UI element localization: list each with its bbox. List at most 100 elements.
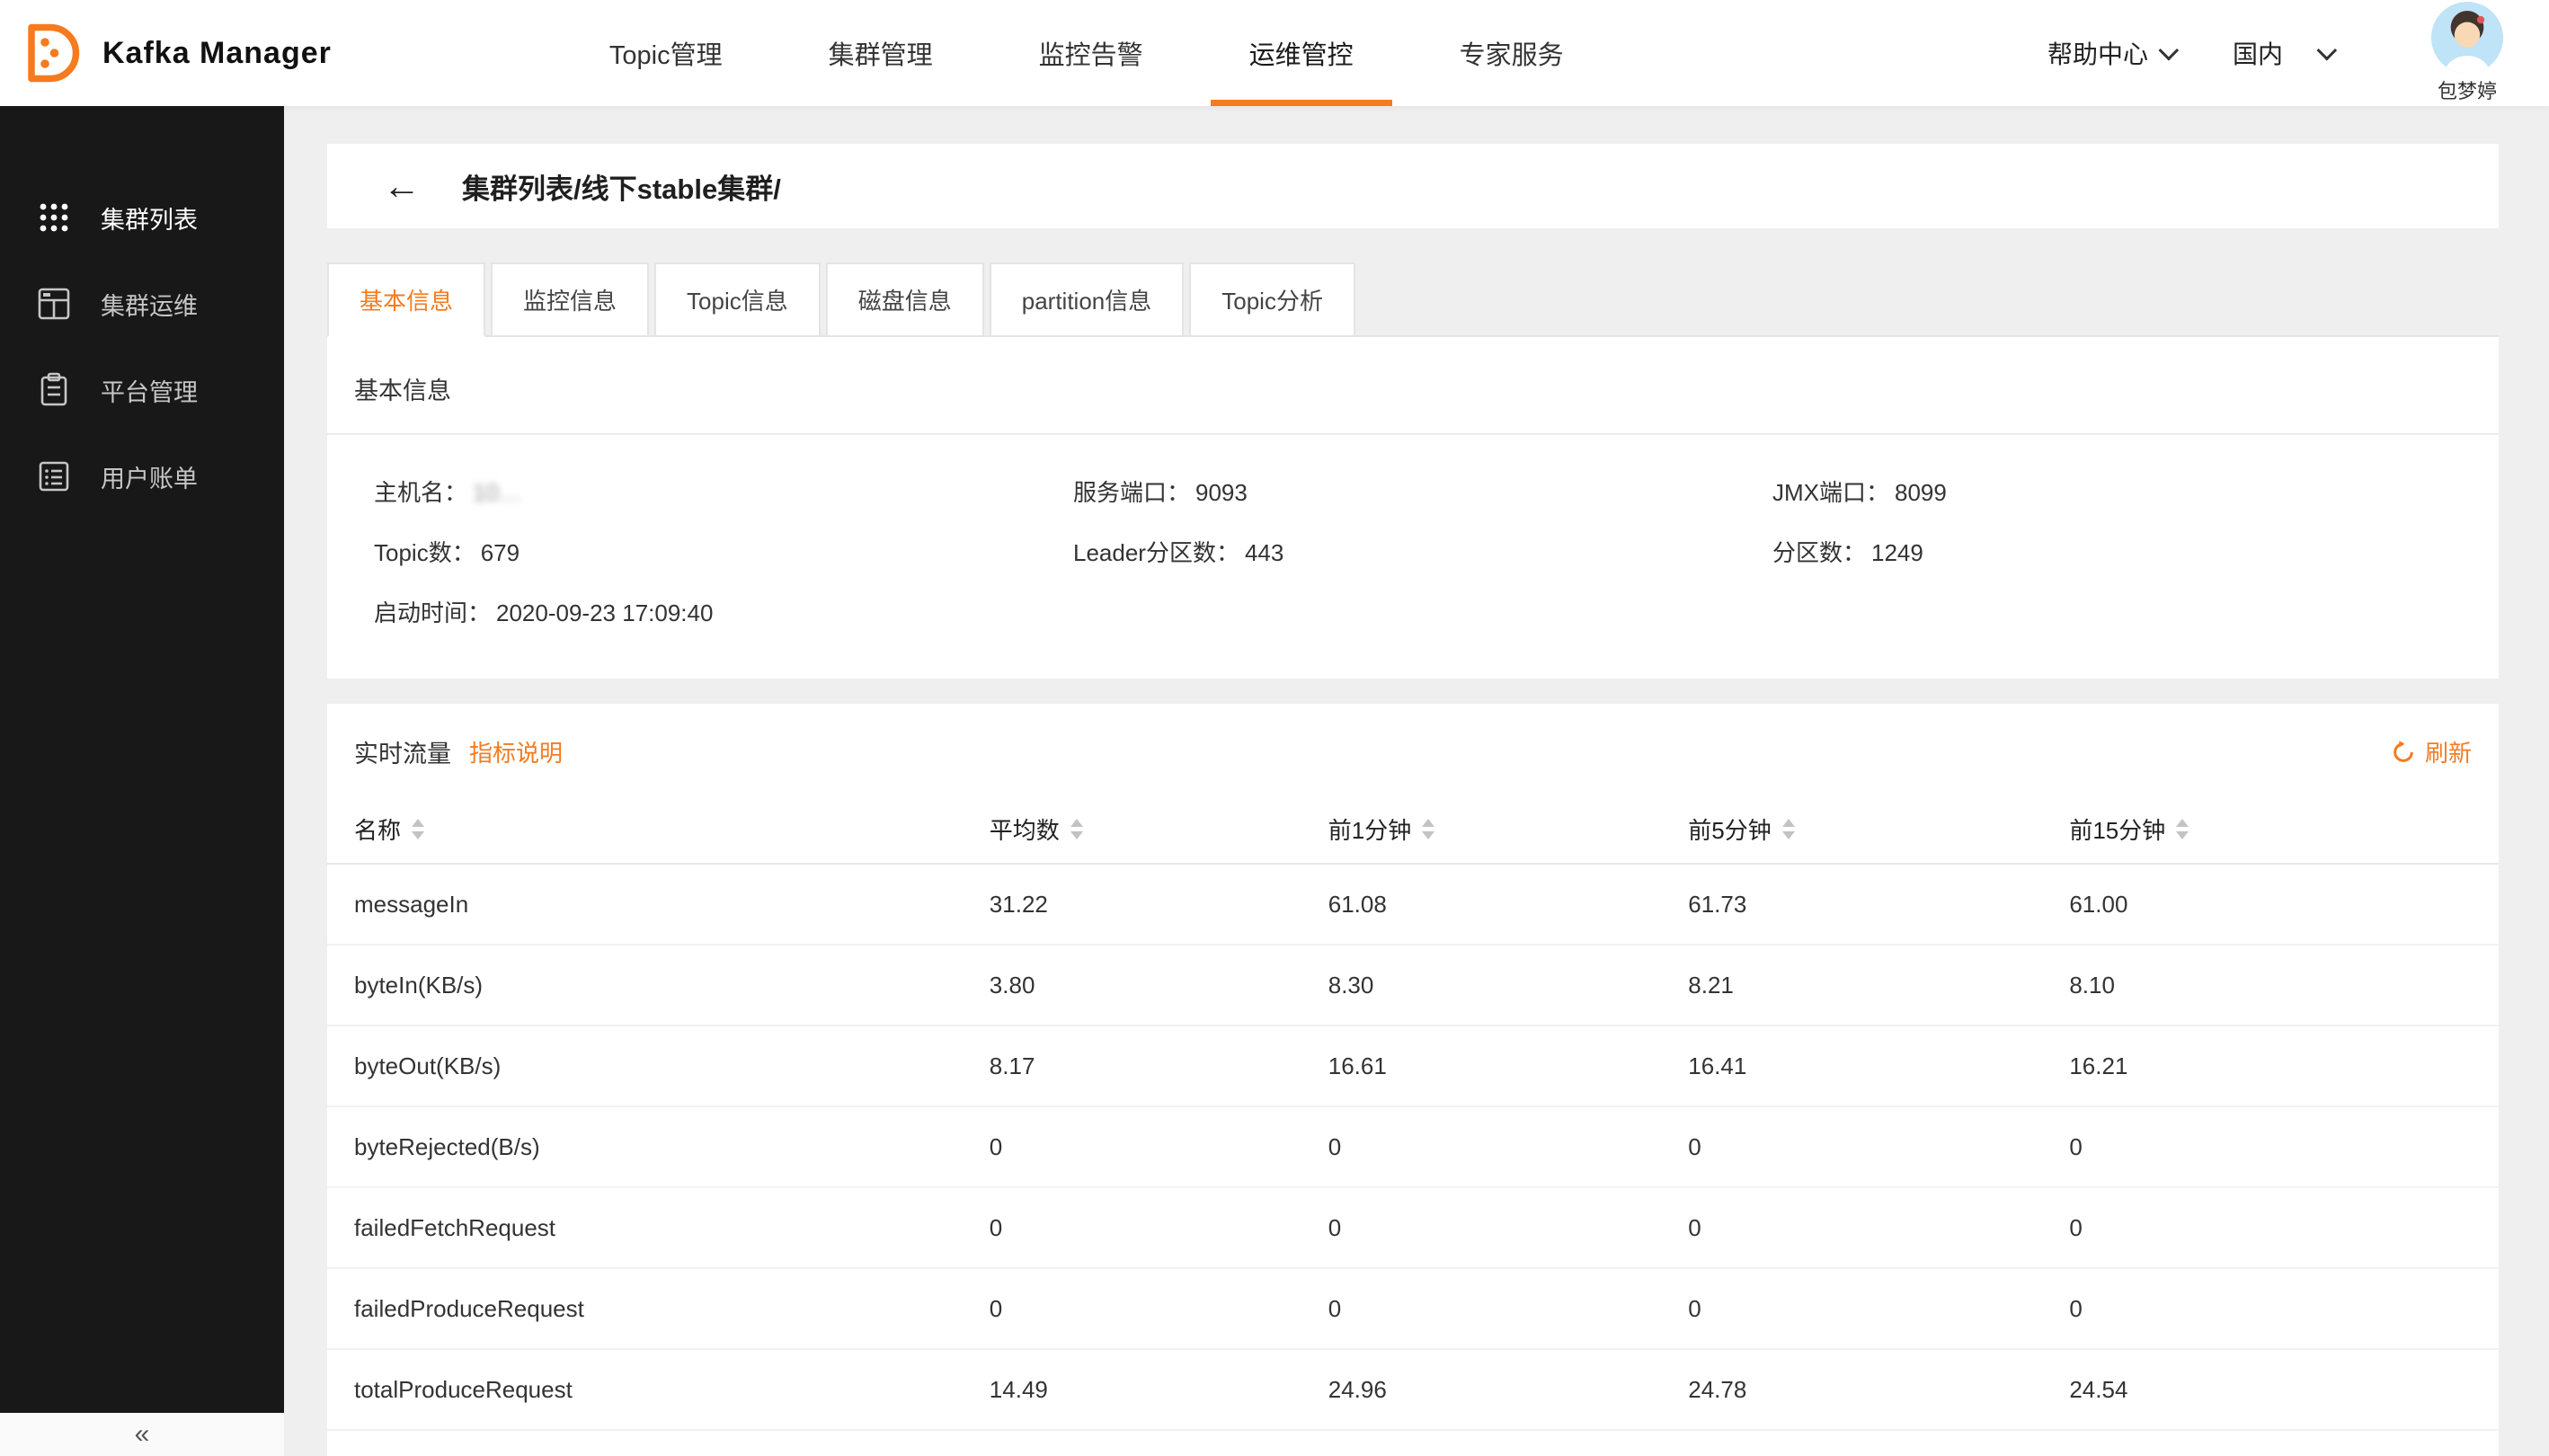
sidebar-item-label: 用户账单 [101,459,198,494]
metric-avg: 8.17 [990,1052,1328,1080]
tab-topic-analysis[interactable]: Topic分析 [1189,262,1355,337]
field-label: Leader分区数： [1073,535,1239,568]
top-header: Kafka Manager Topic管理 集群管理 监控告警 运维管控 专家服… [0,0,2549,106]
tab-partition-info[interactable]: partition信息 [990,262,1185,337]
metric-5min: 8.21 [1688,972,2069,999]
metric-avg: 31.22 [990,891,1328,919]
field-hostname: 主机名： 10… [374,475,1073,508]
refresh-button[interactable]: 刷新 [2391,735,2472,768]
cluster-list-icon [34,198,74,237]
metric-15min: 61.00 [2069,891,2472,919]
chevron-down-icon [2158,40,2179,61]
field-label: JMX端口： [1772,475,1889,508]
col-header-last-5min[interactable]: 前5分钟 [1688,812,2069,846]
field-value: 9093 [1195,479,1248,507]
brand[interactable]: Kafka Manager [18,21,332,85]
help-center-menu[interactable]: 帮助中心 [2047,35,2173,71]
table-header-row: 名称 平均数 前1分钟 前5分钟 前15分钟 [327,795,2499,865]
sort-icon [412,819,424,839]
collapse-icon: « [135,1419,150,1450]
metric-15min: 0 [2069,1214,2472,1242]
field-partitions: 分区数： 1249 [1772,535,2472,568]
metric-1min: 0 [1328,1295,1689,1323]
col-header-name[interactable]: 名称 [354,812,990,846]
region-select[interactable]: 国内 [2233,35,2331,71]
metric-name: totalProduceRequest [354,1376,990,1404]
sidebar-item-label: 平台管理 [101,373,198,408]
user-billing-icon [34,457,74,496]
metric-5min: 16.41 [1688,1052,2069,1080]
nav-expert-service[interactable]: 专家服务 [1407,0,1617,106]
metric-name: failedFetchRequest [354,1214,990,1242]
table-row: totalProduceRequest 14.49 24.96 24.78 24… [327,1350,2499,1431]
metric-avg: 0 [990,1214,1328,1242]
tab-bar: 基本信息 监控信息 Topic信息 磁盘信息 partition信息 Topic… [327,262,2499,337]
back-arrow-icon[interactable]: ← [383,167,421,205]
tab-disk-info[interactable]: 磁盘信息 [826,262,984,337]
metric-5min: 24.78 [1688,1376,2069,1404]
breadcrumb: 集群列表/线下stable集群/ [462,166,781,207]
sidebar-item-cluster-list[interactable]: 集群列表 [0,174,284,261]
metric-5min: 0 [1688,1214,2069,1242]
realtime-traffic-card: 实时流量 指标说明 刷新 名称 平均数 前1分钟 [327,704,2499,1456]
app-title: Kafka Manager [102,36,332,71]
refresh-label: 刷新 [2425,735,2472,768]
help-center-label: 帮助中心 [2047,35,2148,71]
sort-icon [1070,819,1083,839]
table-row: messageIn 31.22 61.08 61.73 61.00 [327,865,2499,946]
sidebar-item-user-billing[interactable]: 用户账单 [0,433,284,519]
table-row: byteOut(KB/s) 8.17 16.61 16.41 16.21 [327,1026,2499,1107]
table-row: failedFetchRequest 0 0 0 0 [327,1188,2499,1269]
kafka-manager-logo-icon [18,21,83,85]
platform-manage-icon [34,370,74,410]
field-label: Topic数： [374,535,475,568]
sidebar-item-label: 集群列表 [101,200,198,235]
sort-icon [1422,819,1434,839]
metric-1min: 16.61 [1328,1052,1689,1080]
nav-ops-control[interactable]: 运维管控 [1196,0,1407,106]
field-label: 启动时间： [374,595,491,628]
sidebar: 集群列表 集群运维 平台管理 [0,106,284,1456]
username-label: 包梦婷 [2438,75,2497,104]
tab-monitor-info[interactable]: 监控信息 [491,262,649,337]
metric-1min: 0 [1328,1133,1689,1161]
cluster-ops-icon [34,284,74,324]
metric-avg: 0 [990,1133,1328,1161]
metric-name: failedProduceRequest [354,1295,990,1323]
sidebar-item-cluster-ops[interactable]: 集群运维 [0,261,284,347]
metric-5min: 61.73 [1688,891,2069,919]
field-value: 2020-09-23 17:09:40 [496,599,713,627]
col-header-average[interactable]: 平均数 [990,812,1328,846]
metric-1min: 0 [1328,1214,1689,1242]
realtime-traffic-title: 实时流量 [354,734,451,769]
realtime-traffic-header: 实时流量 指标说明 刷新 [327,704,2499,795]
sidebar-item-platform-manage[interactable]: 平台管理 [0,347,284,433]
metric-name: byteRejected(B/s) [354,1133,990,1161]
metric-15min: 16.21 [2069,1052,2472,1080]
nav-cluster-manage[interactable]: 集群管理 [776,0,986,106]
metric-explain-link[interactable]: 指标说明 [469,735,563,768]
field-leader-partitions: Leader分区数： 443 [1073,535,1772,568]
metric-name: byteOut(KB/s) [354,1052,990,1080]
metric-5min: 0 [1688,1133,2069,1161]
field-value: 679 [481,539,520,567]
basic-info-grid: 主机名： 10… 服务端口： 9093 JMX端口： 8099 Topic数： … [327,435,2499,679]
col-header-last-1min[interactable]: 前1分钟 [1328,812,1689,846]
field-start-time: 启动时间： 2020-09-23 17:09:40 [374,595,1073,628]
metric-name: byteIn(KB/s) [354,972,990,999]
metric-avg: 3.80 [990,972,1328,999]
user-menu[interactable]: 包梦婷 [2418,2,2517,104]
field-service-port: 服务端口： 9093 [1073,475,1772,508]
col-header-last-15min[interactable]: 前15分钟 [2069,812,2472,846]
nav-monitor-alert[interactable]: 监控告警 [986,0,1196,106]
metric-avg: 14.49 [990,1376,1328,1404]
sidebar-collapse-toggle[interactable]: « [0,1413,284,1456]
field-value: 10… [473,479,522,507]
top-nav: Topic管理 集群管理 监控告警 运维管控 专家服务 [556,0,1617,106]
sort-icon [2176,819,2189,839]
avatar [2431,2,2503,74]
tab-basic-info[interactable]: 基本信息 [327,262,485,337]
tab-topic-info[interactable]: Topic信息 [654,262,821,337]
page-title-bar: ← 集群列表/线下stable集群/ [327,144,2499,228]
nav-topic-manage[interactable]: Topic管理 [556,0,776,106]
